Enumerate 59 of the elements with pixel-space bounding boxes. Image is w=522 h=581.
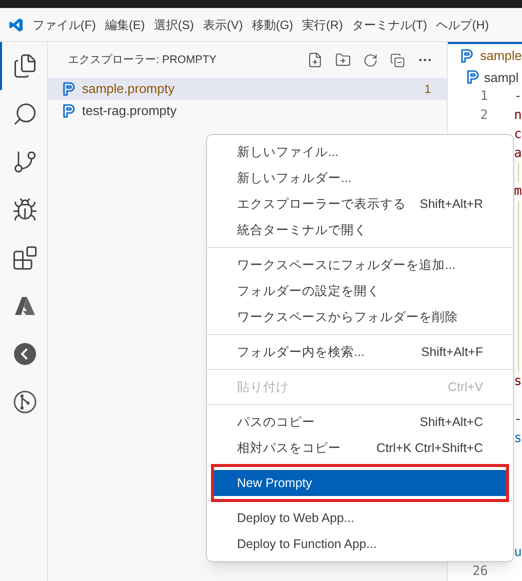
code-text: n: [514, 108, 522, 123]
menu-entry[interactable]: Deploy to Web App...: [211, 505, 509, 531]
dark-circle-icon[interactable]: [12, 342, 36, 366]
menu-entry[interactable]: パスのコピー Shift+Alt+C: [211, 409, 509, 435]
prompty-file-icon: [466, 69, 480, 86]
search-icon[interactable]: [12, 101, 38, 127]
menu-item[interactable]: 選択(S): [149, 16, 198, 34]
prompty-file-icon: [460, 48, 474, 64]
line-number: 2: [480, 108, 488, 123]
graph-circle-icon[interactable]: [12, 390, 36, 414]
refresh-icon[interactable]: [363, 52, 378, 68]
code-text: -: [514, 412, 522, 427]
code-text: u: [514, 544, 522, 560]
file-item[interactable]: test-rag.prompty: [48, 100, 447, 122]
menu-entry[interactable]: 相対パスをコピー Ctrl+K Ctrl+Shift+C: [211, 435, 509, 461]
new-folder-icon[interactable]: [335, 52, 351, 68]
menu-item[interactable]: 編集(E): [100, 16, 150, 34]
editor-tab[interactable]: sample: [448, 42, 522, 68]
problem-count: 1: [424, 81, 431, 98]
menu-item[interactable]: ターミナル(T): [347, 16, 432, 34]
triangle-logo-icon[interactable]: [12, 294, 36, 318]
menu-item[interactable]: ファイル(F): [28, 16, 100, 34]
menu-entry[interactable]: New Prompty: [211, 470, 509, 496]
file-item[interactable]: sample.prompty 1: [48, 78, 447, 100]
menu-entry[interactable]: ワークスペースにフォルダーを追加...: [211, 252, 509, 278]
menu-entry[interactable]: 新しいファイル...: [211, 139, 509, 165]
menu-item[interactable]: 実行(R): [298, 16, 348, 34]
code-text: -: [514, 88, 522, 104]
menu-entry[interactable]: フォルダーの設定を開く: [211, 278, 509, 304]
menu-item[interactable]: ヘルプ(H): [432, 16, 494, 34]
files-icon[interactable]: [12, 53, 38, 79]
blocks-icon[interactable]: [12, 245, 38, 271]
code-text: m: [514, 184, 522, 199]
file-name: test-rag.prompty: [82, 102, 178, 120]
prompty-file-icon: [62, 103, 76, 119]
code-text: a: [514, 146, 522, 161]
bug-icon[interactable]: [12, 197, 38, 223]
menu-entry[interactable]: 統合ターミナルで開く: [211, 217, 509, 243]
line-number: 26: [472, 564, 488, 579]
prompty-file-icon: [62, 81, 76, 97]
collapse-icon[interactable]: [390, 52, 405, 68]
menu-item[interactable]: 表示(V): [198, 16, 248, 34]
code-text: s: [514, 430, 522, 446]
menu-item[interactable]: 移動(G): [247, 16, 298, 34]
file-name: sample.prompty: [82, 80, 176, 98]
menu-entry[interactable]: 新しいフォルダー...: [211, 165, 509, 191]
menu-entry[interactable]: ワークスペースからフォルダーを削除: [211, 304, 509, 330]
menu-entry[interactable]: エクスプローラーで表示する Shift+Alt+R: [211, 191, 509, 217]
menu-entry[interactable]: フォルダー内を検索... Shift+Alt+F: [211, 339, 509, 365]
breadcrumb[interactable]: sampl: [484, 68, 519, 87]
branch-icon[interactable]: [12, 149, 38, 175]
app-logo-icon: [8, 16, 24, 32]
code-text: s: [514, 374, 522, 389]
code-text: c: [514, 126, 522, 142]
indent-guide: [518, 163, 519, 182]
explorer-title: エクスプローラー: PROMPTY: [68, 52, 218, 68]
menu-entry[interactable]: Deploy to Function App...: [211, 531, 509, 557]
line-number: 1: [480, 88, 488, 104]
new-file-icon[interactable]: [307, 52, 323, 68]
